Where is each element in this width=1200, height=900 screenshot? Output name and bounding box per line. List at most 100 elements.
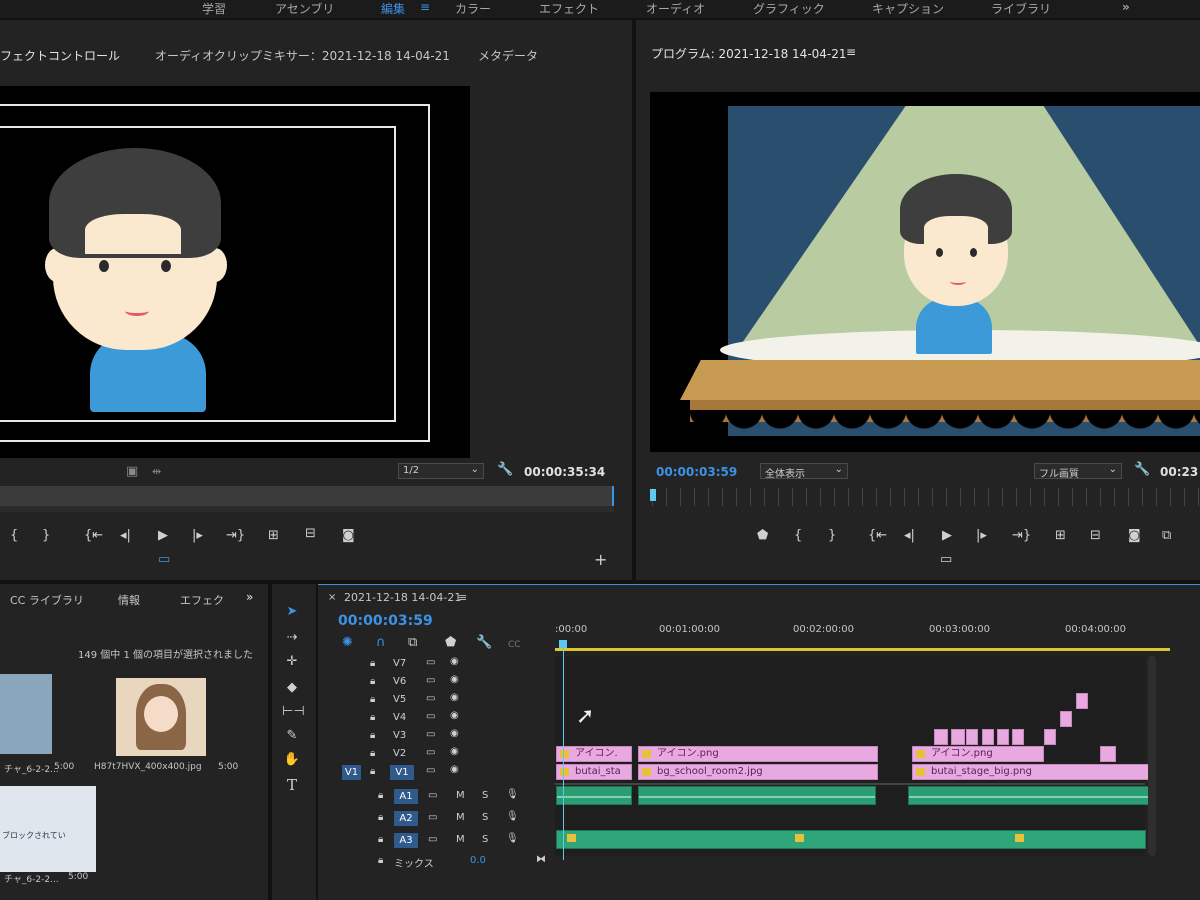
thumbnail-clip-3[interactable]: ブロックされてい: [0, 786, 96, 872]
program-timecode[interactable]: 00:00:03:59: [656, 465, 737, 479]
solo-button[interactable]: S: [482, 834, 488, 845]
pen-tool-icon[interactable]: ✎: [282, 728, 302, 746]
lift-icon[interactable]: ⊞: [1055, 529, 1066, 543]
workspace-menu-icon[interactable]: ≡: [420, 0, 430, 14]
drag-video-icon[interactable]: ▣: [126, 465, 138, 479]
timeline-clip[interactable]: [997, 729, 1009, 745]
lock-icon[interactable]: 🔒︎: [370, 730, 375, 741]
eye-icon[interactable]: ◉: [450, 692, 459, 703]
timeline-clip[interactable]: [934, 729, 948, 745]
timeline-clip[interactable]: [1076, 693, 1088, 709]
lock-icon[interactable]: 🔒︎: [370, 676, 375, 687]
slip-tool-icon[interactable]: ⊢⊣: [282, 704, 305, 722]
track-target-v1[interactable]: V1: [390, 765, 414, 780]
mark-out-icon[interactable]: }: [42, 529, 50, 543]
toggle-output-icon[interactable]: ▭: [426, 675, 435, 686]
toggle-output-icon[interactable]: ▭: [426, 747, 435, 758]
timeline-clip-v2-icon3[interactable]: アイコン.png: [912, 746, 1044, 762]
tab-cc-libraries[interactable]: CC ライブラリ: [10, 592, 84, 608]
track-select-tool-icon[interactable]: ⇢: [282, 630, 302, 648]
nest-icon[interactable]: ✺: [342, 636, 353, 650]
tab-effect-controls[interactable]: フェクトコントロール: [0, 47, 120, 64]
eye-icon[interactable]: ◉: [450, 728, 459, 739]
lock-icon[interactable]: 🔒︎: [370, 712, 375, 723]
toggle-output-icon[interactable]: ▭: [426, 711, 435, 722]
timeline-clip[interactable]: [1100, 746, 1116, 762]
microphone-icon[interactable]: 🎙︎: [506, 833, 519, 844]
selection-tool-icon[interactable]: ➤: [282, 604, 302, 622]
sequence-tab[interactable]: 2021-12-18 14-04-21: [344, 591, 461, 604]
workspace-graphics[interactable]: グラフィック: [753, 0, 825, 17]
workspace-libraries[interactable]: ライブラリ: [991, 0, 1051, 17]
track-target-a2[interactable]: A2: [394, 811, 418, 826]
timeline-playhead-handle[interactable]: [559, 640, 567, 648]
play-icon[interactable]: ▶: [158, 529, 168, 543]
source-video-view[interactable]: [0, 86, 470, 458]
mix-value[interactable]: 0.0: [470, 855, 486, 866]
sync-lock-icon[interactable]: ▭: [428, 812, 437, 823]
workspace-edit[interactable]: 編集: [381, 0, 405, 17]
thumbnail-girl-image[interactable]: [116, 678, 206, 756]
eye-icon[interactable]: ◉: [450, 746, 459, 757]
overwrite-icon[interactable]: ⊟: [305, 527, 316, 541]
timeline-clip-v2-icon2[interactable]: アイコン.png: [638, 746, 878, 762]
audio-clip-a1[interactable]: [908, 786, 1150, 805]
program-playhead[interactable]: [650, 489, 656, 501]
mute-button[interactable]: M: [456, 812, 465, 823]
drag-audio-icon[interactable]: ⇹: [152, 465, 161, 479]
timeline-clip-v1-stage-big[interactable]: butai_stage_big.png: [912, 764, 1156, 780]
program-camera-icon[interactable]: ◙: [1128, 529, 1141, 543]
lock-icon[interactable]: 🔒︎: [378, 790, 383, 801]
close-icon[interactable]: ×: [328, 592, 336, 603]
project-more-icon[interactable]: »: [246, 590, 253, 604]
microphone-icon[interactable]: 🎙︎: [506, 811, 519, 822]
timeline-clip-v2-icon1[interactable]: アイコン.: [556, 746, 632, 762]
toggle-output-icon[interactable]: ▭: [426, 657, 435, 668]
camera-icon[interactable]: ◙: [342, 529, 355, 543]
sync-lock-icon[interactable]: ▭: [428, 790, 437, 801]
razor-tool-icon[interactable]: ◆: [282, 680, 302, 698]
thumbnail-clip-1[interactable]: [0, 674, 52, 754]
program-mark-out-icon[interactable]: }: [828, 529, 836, 543]
program-quality-dropdown[interactable]: フル画質 ⌄: [1034, 463, 1122, 480]
comparison-view-icon[interactable]: ⧉: [1162, 529, 1171, 543]
safe-margins-icon[interactable]: ▭: [158, 553, 170, 567]
sync-lock-icon[interactable]: ▭: [428, 834, 437, 845]
source-playhead[interactable]: [612, 486, 614, 506]
linked-selection-icon[interactable]: ⧉: [408, 636, 417, 650]
audio-clip-a3[interactable]: [556, 830, 1146, 849]
wrench-icon[interactable]: 🔧: [497, 463, 513, 477]
lock-icon[interactable]: 🔒︎: [370, 694, 375, 705]
mute-button[interactable]: M: [456, 790, 465, 801]
toggle-output-icon[interactable]: ▭: [426, 693, 435, 704]
program-video-view[interactable]: [650, 92, 1200, 452]
timeline-ruler[interactable]: :00:00 00:01:00:00 00:02:00:00 00:03:00:…: [555, 620, 1185, 656]
tab-effects[interactable]: エフェク: [180, 592, 224, 608]
go-to-out-icon[interactable]: ⇥}: [226, 529, 245, 543]
audio-clip-a1[interactable]: [638, 786, 876, 805]
timeline-clip[interactable]: [951, 729, 965, 745]
source-zoom-dropdown[interactable]: 1/2 ⌄: [398, 463, 484, 479]
program-go-to-out-icon[interactable]: ⇥}: [1012, 529, 1031, 543]
program-go-to-in-icon[interactable]: {⇤: [868, 529, 887, 543]
audio-clip-a1[interactable]: [556, 786, 632, 805]
source-patch-v1[interactable]: V1: [342, 765, 361, 780]
microphone-icon[interactable]: 🎙︎: [506, 789, 519, 800]
timeline-vertical-scrollbar[interactable]: [1148, 656, 1156, 856]
timeline-clip[interactable]: [966, 729, 978, 745]
type-tool-icon[interactable]: T: [282, 776, 302, 794]
step-back-icon[interactable]: ◂|: [120, 529, 131, 543]
add-marker-icon[interactable]: ⬟: [757, 529, 768, 543]
lock-icon[interactable]: 🔒︎: [378, 812, 383, 823]
item-name-3[interactable]: チャ_6-2-2...: [4, 872, 59, 885]
program-step-back-icon[interactable]: ◂|: [904, 529, 915, 543]
tab-info[interactable]: 情報: [118, 592, 140, 608]
track-target-a1[interactable]: A1: [394, 789, 418, 804]
sequence-menu-icon[interactable]: ≡: [458, 591, 467, 604]
timeline-timecode[interactable]: 00:00:03:59: [338, 614, 433, 628]
timeline-clip-v1-school[interactable]: bg_school_room2.jpg: [638, 764, 878, 780]
mix-expand-icon[interactable]: ⧓: [536, 854, 546, 865]
source-time-ruler[interactable]: [0, 486, 614, 506]
program-play-icon[interactable]: ▶: [942, 529, 952, 543]
mark-in-icon[interactable]: {: [10, 529, 18, 543]
